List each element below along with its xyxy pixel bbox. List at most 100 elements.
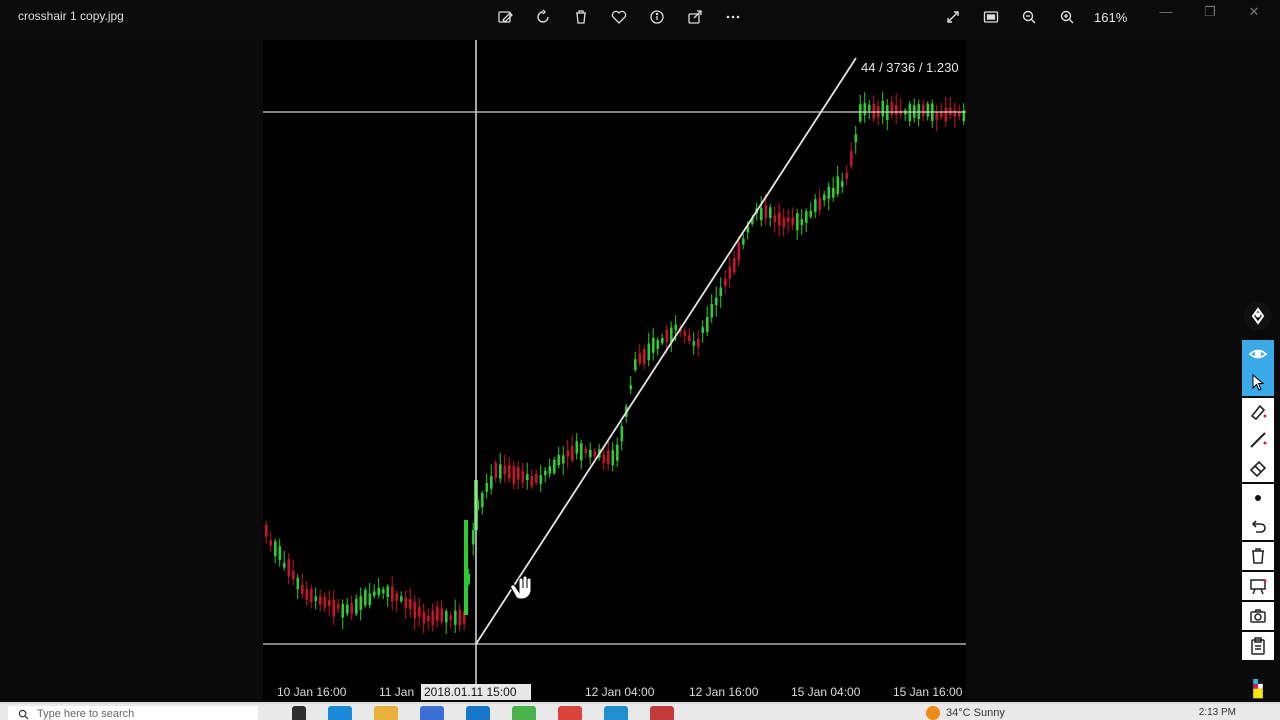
candle-body (413, 601, 417, 619)
candle-body (728, 266, 732, 279)
more-icon[interactable] (714, 5, 752, 29)
camera-icon[interactable] (1242, 602, 1274, 630)
photo-canvas[interactable]: 44 / 3736 / 1.230 10 Jan 16:00 11 Jan 12 Ja… (263, 40, 966, 700)
candle-body (823, 194, 826, 201)
candle-body (859, 104, 862, 122)
zoom-in-icon[interactable] (1048, 5, 1086, 29)
taskbar-clock[interactable]: 2:13 PM (1199, 707, 1236, 718)
candle-body (683, 331, 687, 336)
candle-body (494, 462, 498, 479)
dot-icon[interactable] (1242, 484, 1274, 512)
edit-image-icon[interactable] (486, 5, 524, 29)
info-icon[interactable] (638, 5, 676, 29)
candle-body (769, 207, 772, 219)
candle-body (796, 213, 799, 231)
app-icon-red[interactable] (558, 706, 582, 720)
app-icon-blue[interactable] (604, 706, 628, 720)
candle-body (409, 599, 412, 609)
crosshair-readout: 44 / 3736 / 1.230 (861, 60, 959, 75)
candle-body (764, 205, 768, 218)
undo-icon[interactable] (1242, 512, 1274, 540)
close-icon[interactable]: ✕ (1242, 4, 1266, 20)
trash-icon[interactable] (1242, 542, 1274, 570)
candle-body (562, 455, 565, 464)
candle-body (868, 104, 871, 111)
candle-body (620, 426, 624, 442)
store-icon[interactable] (420, 706, 444, 720)
candle-body (464, 520, 468, 615)
candle-body (809, 210, 813, 217)
zoom-tools: 161% (934, 5, 1127, 29)
mail-icon[interactable] (466, 706, 490, 720)
annotation-toolbar (1242, 298, 1276, 720)
candle-body (323, 597, 327, 608)
fullscreen-icon[interactable] (934, 5, 972, 29)
x-tick-label: 12 Jan 04:00 (585, 685, 655, 699)
candle-body (472, 530, 475, 545)
taskbar-search[interactable]: Type here to search (8, 706, 258, 720)
restore-icon[interactable]: ❐ (1198, 4, 1222, 20)
candle-body (733, 258, 736, 273)
candle-body (611, 450, 615, 466)
candle-body (827, 186, 831, 199)
candle-body (269, 540, 273, 546)
candle-body (328, 600, 331, 606)
candle-body (593, 451, 597, 457)
weather-text[interactable]: 34°C Sunny (946, 707, 1005, 719)
favorite-icon[interactable] (600, 5, 638, 29)
rotate-icon[interactable] (524, 5, 562, 29)
candle-body (652, 337, 655, 353)
candle-body (800, 219, 804, 225)
x-tick-label: 12 Jan 16:00 (689, 685, 759, 699)
weather-icon (926, 706, 940, 720)
pen-icon[interactable] (1244, 302, 1272, 330)
share-icon[interactable] (676, 5, 714, 29)
candle-body (841, 181, 844, 187)
candle-body (454, 610, 457, 625)
candle-body (341, 604, 345, 618)
candle-body (647, 343, 651, 361)
zoom-out-icon[interactable] (1010, 5, 1048, 29)
fit-icon[interactable] (972, 5, 1010, 29)
app-icon-green[interactable] (512, 706, 536, 720)
edge-icon[interactable] (328, 706, 352, 720)
candle-body (512, 466, 516, 484)
candle-body (283, 562, 286, 568)
candle-body (395, 593, 399, 601)
pinned-apps (292, 706, 674, 720)
candle-body (670, 327, 673, 342)
task-view-icon[interactable] (292, 706, 306, 720)
candle-body (553, 459, 556, 474)
candle-body (697, 338, 700, 348)
minimize-icon[interactable]: — (1154, 4, 1178, 20)
cursor-icon[interactable] (1242, 368, 1274, 396)
candle-body (634, 359, 637, 371)
viewer-toolbar (486, 5, 752, 29)
candle-body (544, 470, 547, 476)
clipboard-icon[interactable] (1242, 632, 1274, 660)
delete-icon[interactable] (562, 5, 600, 29)
x-tick-label: 10 Jan 16:00 (277, 685, 347, 699)
candle-body (863, 102, 867, 116)
candle-body (616, 444, 619, 461)
file-explorer-icon[interactable] (374, 706, 398, 720)
candle-body (881, 100, 885, 117)
title-bar: crosshair 1 copy.jpg 161% — ❐ ✕ (0, 0, 1280, 34)
eraser-icon[interactable] (1242, 454, 1274, 482)
highlighter-icon[interactable] (1242, 398, 1274, 426)
line-icon[interactable] (1242, 426, 1274, 454)
candle-body (737, 242, 741, 261)
candle-body (922, 104, 925, 117)
app-icon-record[interactable] (650, 706, 674, 720)
candle-body (661, 337, 664, 344)
candle-body (431, 610, 435, 626)
whiteboard-icon[interactable] (1242, 572, 1274, 600)
candle-body (490, 475, 493, 489)
candle-body (418, 606, 421, 617)
candle-body (278, 546, 282, 560)
candle-body (557, 454, 561, 466)
candle-body (665, 329, 669, 342)
eye-icon[interactable] (1242, 340, 1274, 368)
candle-body (890, 102, 894, 115)
candle-body (526, 474, 529, 481)
